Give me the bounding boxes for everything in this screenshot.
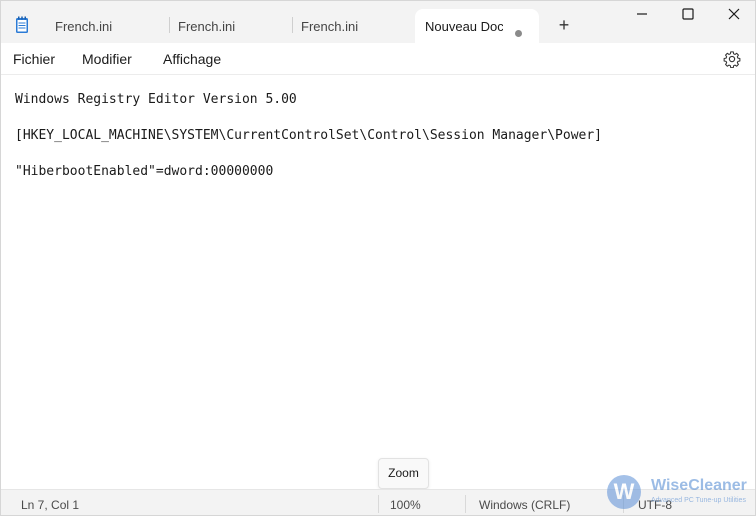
editor-line: [HKEY_LOCAL_MACHINE\SYSTEM\CurrentContro… <box>15 128 602 143</box>
minimize-button[interactable] <box>619 1 665 31</box>
line-ending[interactable]: Windows (CRLF) <box>479 498 570 512</box>
gear-icon[interactable] <box>723 50 741 69</box>
zoom-level[interactable]: 100% <box>390 498 421 512</box>
tab-label: French.ini <box>301 19 359 34</box>
notepad-icon <box>15 16 29 34</box>
wisecleaner-watermark: W WiseCleaner Advanced PC Tune-up Utilit… <box>607 471 755 511</box>
status-separator <box>465 495 466 513</box>
tab-label: French.ini <box>178 19 236 34</box>
cursor-position: Ln 7, Col 1 <box>21 498 80 512</box>
new-tab-button[interactable]: + <box>554 15 574 35</box>
tab-label: Nouveau Docu <box>425 19 503 34</box>
maximize-button[interactable] <box>665 1 711 31</box>
menu-view[interactable]: Affichage <box>163 51 221 67</box>
tab-label: French.ini <box>55 19 113 34</box>
editor-line: Windows Registry Editor Version 5.00 <box>15 92 297 107</box>
status-separator <box>378 495 379 513</box>
close-button[interactable] <box>711 1 755 31</box>
tab-french-ini-3[interactable]: French.ini <box>285 9 407 43</box>
notepad-window: French.ini French.ini French.ini Nouveau… <box>0 0 756 516</box>
zoom-tooltip: Zoom <box>378 458 429 489</box>
maximize-icon <box>682 7 694 25</box>
menu-bar: Fichier Modifier Affichage <box>1 43 755 75</box>
minimize-icon <box>636 7 648 25</box>
editor-line: "HiberbootEnabled"=dword:00000000 <box>15 164 274 179</box>
close-icon <box>728 7 740 25</box>
tab-french-ini-2[interactable]: French.ini <box>162 9 284 43</box>
watermark-name: WiseCleaner <box>651 477 747 494</box>
menu-edit[interactable]: Modifier <box>82 51 132 67</box>
text-editor[interactable]: Windows Registry Editor Version 5.00 [HK… <box>1 76 755 488</box>
wisecleaner-logo-icon: W <box>607 475 641 509</box>
title-bar[interactable]: French.ini French.ini French.ini Nouveau… <box>1 1 755 43</box>
tab-french-ini-1[interactable]: French.ini <box>39 9 161 43</box>
watermark-tagline: Advanced PC Tune-up Utilities <box>651 497 746 504</box>
unsaved-indicator-icon[interactable] <box>515 30 522 37</box>
tab-nouveau-document[interactable]: Nouveau Docu <box>415 9 539 43</box>
menu-file[interactable]: Fichier <box>13 51 55 67</box>
